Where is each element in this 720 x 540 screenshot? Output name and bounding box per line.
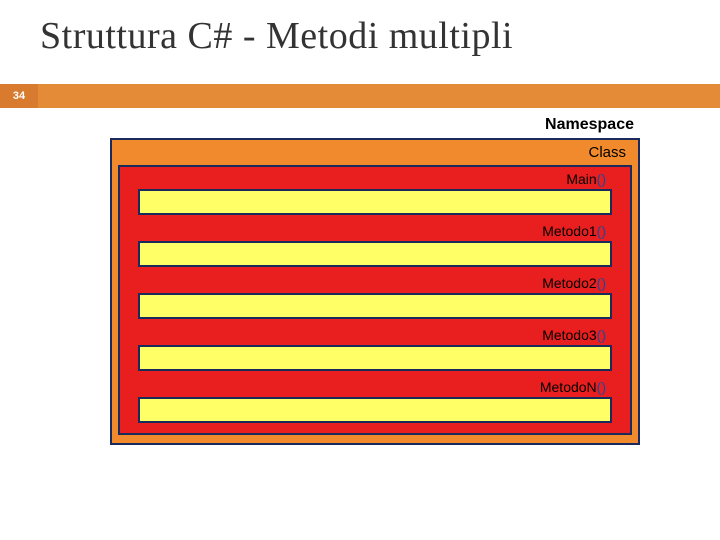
- class-box: Main() Metodo1() Metodo2(): [118, 165, 632, 435]
- method-label: Metodo2(): [138, 275, 612, 291]
- method-name: Metodo3: [542, 327, 596, 343]
- method-name: MetodoN: [540, 379, 597, 395]
- header-bar: 34: [0, 84, 720, 108]
- slide-title: Struttura C# - Metodi multipli: [40, 14, 513, 58]
- slide: Struttura C# - Metodi multipli 34 Namesp…: [0, 0, 720, 540]
- method-name: Main: [566, 171, 596, 187]
- method-label: Metodo1(): [138, 223, 612, 239]
- method-name: Metodo2: [542, 275, 596, 291]
- method-body-box: [138, 293, 612, 319]
- method-block-1: Metodo1(): [138, 223, 612, 267]
- method-paren: (): [597, 171, 606, 187]
- method-block-2: Metodo2(): [138, 275, 612, 319]
- method-label: Main(): [138, 171, 612, 187]
- method-paren: (): [597, 327, 606, 343]
- method-block-n: MetodoN(): [138, 379, 612, 423]
- method-body-box: [138, 397, 612, 423]
- method-block-main: Main(): [138, 171, 612, 215]
- method-paren: (): [597, 223, 606, 239]
- page-number-badge: 34: [0, 84, 38, 108]
- method-body-box: [138, 345, 612, 371]
- method-paren: (): [597, 379, 606, 395]
- accent-bar: [38, 84, 720, 108]
- namespace-label: Namespace: [110, 116, 640, 134]
- namespace-box: Class Main() Metodo1() Metodo2(: [110, 138, 640, 445]
- method-label: Metodo3(): [138, 327, 612, 343]
- method-name: Metodo1: [542, 223, 596, 239]
- method-paren: (): [597, 275, 606, 291]
- structure-diagram: Namespace Class Main() Metodo1(): [110, 116, 640, 445]
- method-block-3: Metodo3(): [138, 327, 612, 371]
- method-label: MetodoN(): [138, 379, 612, 395]
- method-body-box: [138, 241, 612, 267]
- class-label: Class: [118, 144, 632, 161]
- method-body-box: [138, 189, 612, 215]
